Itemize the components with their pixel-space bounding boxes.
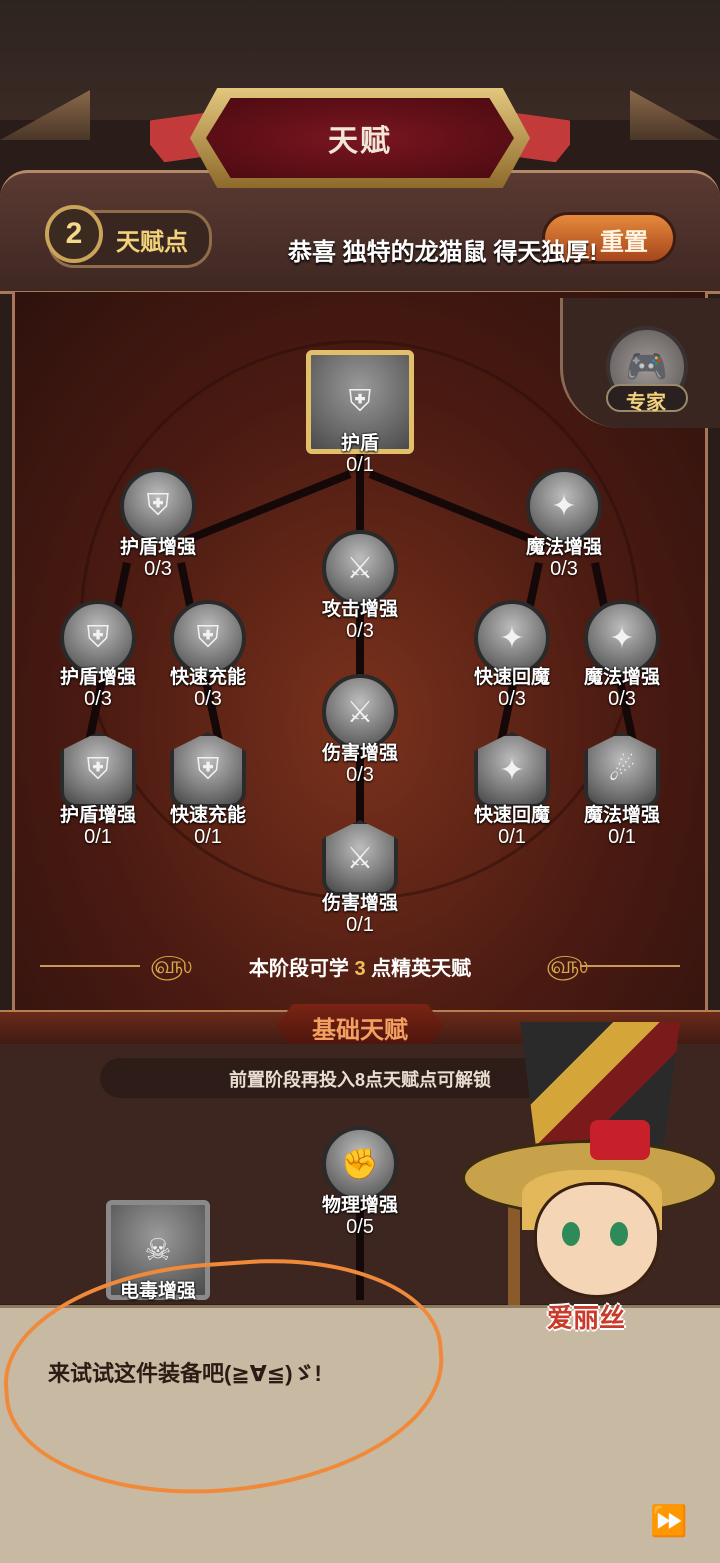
comet-icon: ☄ [608,753,636,787]
eye [610,1222,628,1246]
node-count: 0/1 [498,826,526,848]
shield-icon: ⛨ [196,621,220,654]
elite-note-suffix: 点精英天赋 [371,958,472,980]
eye [562,1222,580,1246]
expert-label[interactable]: 专家 [626,386,666,415]
node-count: 0/3 [608,688,636,710]
node-label: 护盾增强 [119,537,196,558]
node-label: 魔法增强 [583,667,660,688]
node-label: 快速回魔 [473,805,550,826]
node-count: 0/1 [346,914,374,936]
sword-burst-icon: ⚔ [346,841,374,875]
node-count: 0/3 [498,688,526,710]
shield-arrow-icon: ⛨ [86,753,110,786]
fist-icon: ✊ [341,1147,379,1181]
title-banner: 天赋 [206,98,514,178]
elite-note-prefix: 本阶段可学 [248,958,349,980]
node-label: 护盾增强 [59,805,136,826]
elite-note-number: 3 [354,958,366,980]
node-label: 物理增强 [321,1195,398,1216]
talent-points-count: 2 [45,205,103,263]
node-label: 伤害增强 [321,893,398,914]
talent-points-label: 天赋点 [116,229,188,256]
star-plus-icon: ✦ [499,621,525,655]
node-count: 0/3 [194,688,222,710]
node-count: 0/1 [194,826,222,848]
shield-plus-icon: ⛨ [146,489,170,522]
node-label: 攻击增强 [321,599,398,620]
node-label: 快速回魔 [473,667,550,688]
node-count: 0/3 [346,620,374,642]
star-arrow-icon: ✦ [609,621,635,655]
node-label: 护盾 [340,433,379,454]
node-count: 0/5 [346,1216,374,1238]
winged-shield-icon: ⛨ [348,385,372,418]
node-count: 0/1 [84,826,112,848]
node-count: 0/3 [550,558,578,580]
connector [356,450,364,880]
star-burst-icon: ✦ [551,489,577,523]
node-count: 0/3 [346,764,374,786]
skull-icon: ☠ [144,1233,172,1267]
shield-icon: ⛨ [196,753,220,786]
elite-talent-note: 本阶段可学 3 点精英天赋 [0,952,720,981]
node-label: 魔法增强 [583,805,660,826]
node-count: 0/1 [346,454,374,476]
congrats-toast: 恭喜 独特的龙猫鼠 得天独厚! [288,239,598,266]
star-plus-icon: ✦ [499,753,525,787]
node-label: 快速充能 [169,805,246,826]
page-title: 天赋 [328,125,392,158]
character-name: 爱丽丝 [546,1303,625,1333]
fast-forward-icon[interactable]: ⏩ [650,1504,687,1539]
node-label: 快速充能 [169,667,246,688]
node-label: 伤害增强 [321,743,398,764]
node-count: 0/3 [84,688,112,710]
reset-button-label[interactable]: 重置 [600,222,648,257]
hat-bow [590,1120,650,1160]
character-face [534,1182,660,1298]
sword-icon: ⚔ [346,551,374,585]
node-label: 魔法增强 [525,537,602,558]
node-label: 护盾增强 [59,667,136,688]
node-count: 0/3 [144,558,172,580]
node-count: 0/1 [608,826,636,848]
sword-arrow-icon: ⚔ [346,695,374,729]
shield-arrow-icon: ⛨ [86,621,110,654]
